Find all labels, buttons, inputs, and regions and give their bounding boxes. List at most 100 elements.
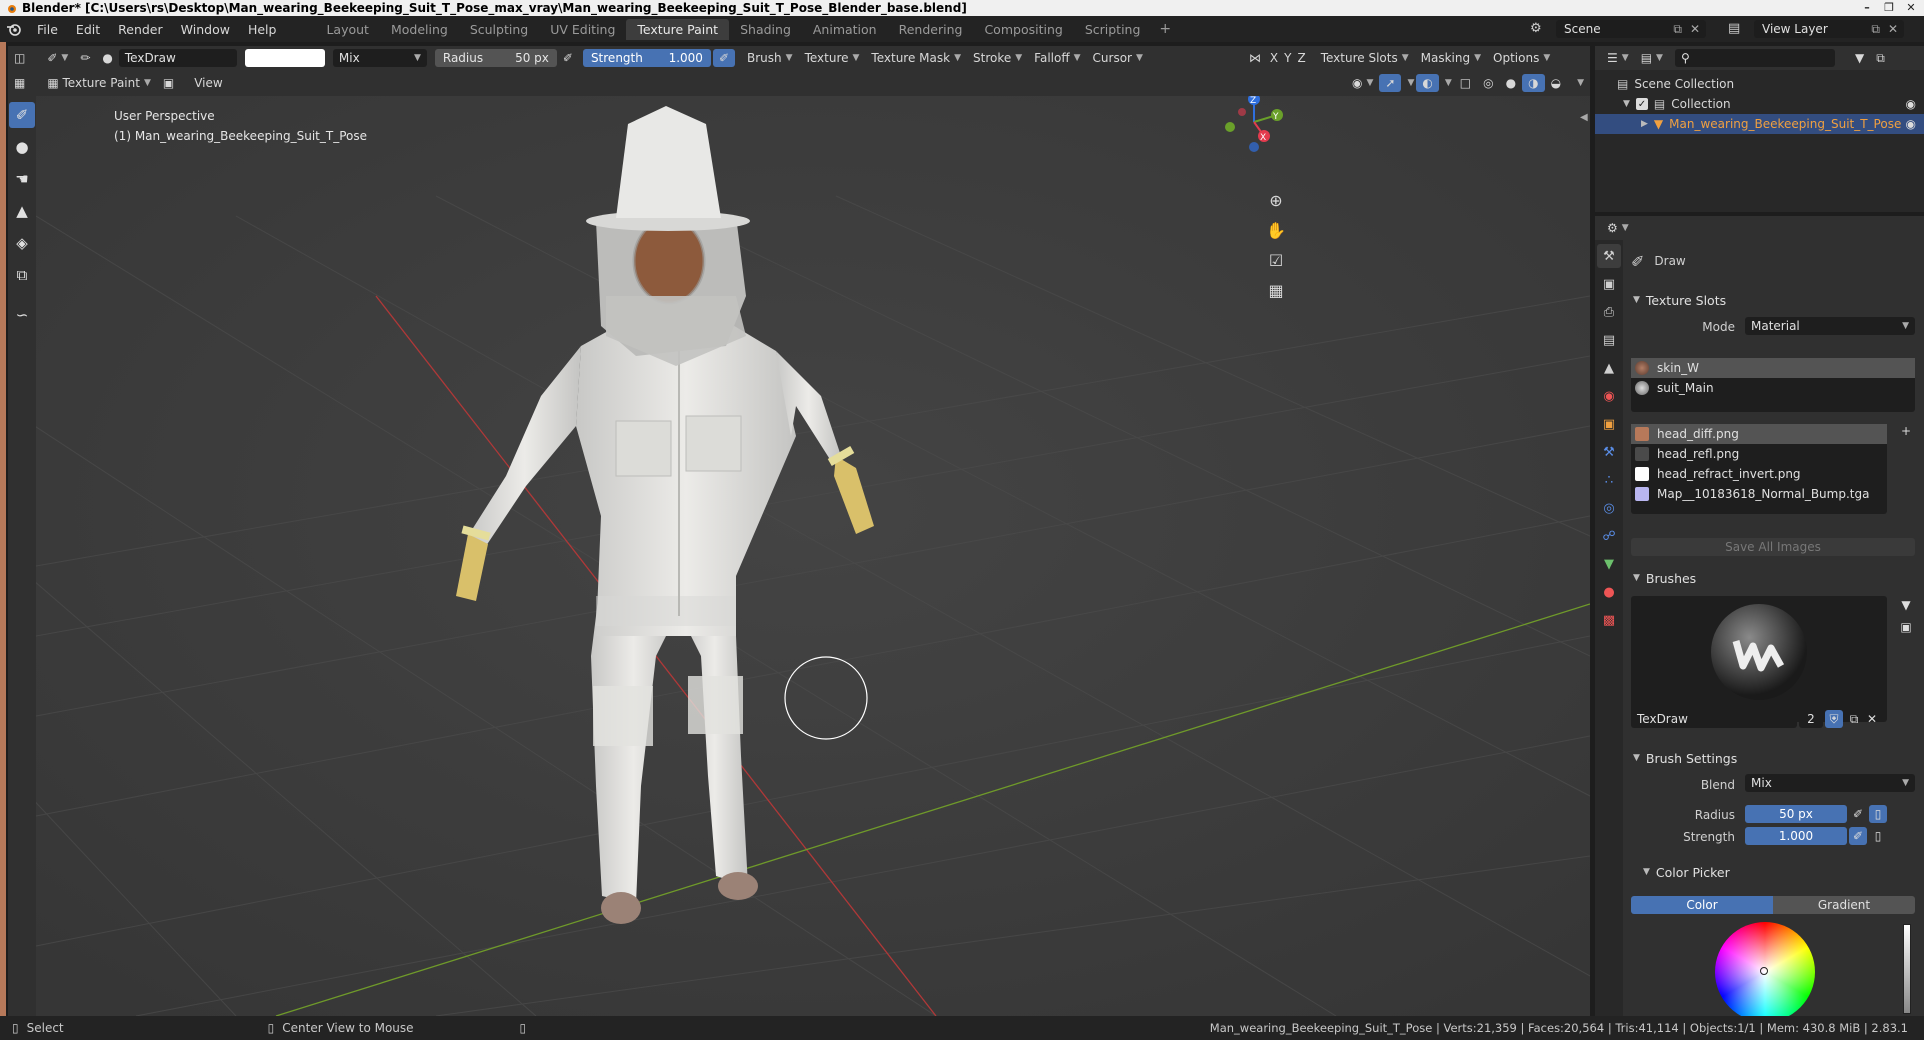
maximize-button[interactable]: ❐ bbox=[1878, 0, 1900, 15]
gizmo-toggle-icon[interactable]: ➚ bbox=[1379, 74, 1402, 92]
pan-hand-icon[interactable]: ✋ bbox=[1264, 218, 1288, 242]
brush-color-swatch[interactable] bbox=[244, 49, 325, 67]
brush-menu[interactable]: Brush ▼ bbox=[741, 49, 799, 67]
brush-settings-section-header[interactable]: ▼ Brush Settings bbox=[1625, 746, 1924, 770]
minimize-button[interactable]: – bbox=[1856, 0, 1878, 15]
mode-select[interactable]: Material ▼ bbox=[1745, 317, 1915, 335]
material-slot-item[interactable]: skin_W bbox=[1631, 358, 1915, 378]
3d-viewport[interactable]: Z Y X ⊕ ✋ ☑ ▦ bbox=[36, 96, 1590, 1016]
data-tab-icon[interactable]: ▼ bbox=[1597, 552, 1621, 576]
image-slot-item[interactable]: head_diff.png bbox=[1631, 424, 1887, 444]
tool-tab-icon[interactable]: ⚒ bbox=[1597, 244, 1621, 268]
image-slot-item[interactable]: Map__10183618_Normal_Bump.tga bbox=[1631, 484, 1887, 504]
shading-dropdown[interactable]: ▼ bbox=[1567, 74, 1590, 92]
constraints-tab-icon[interactable]: ☍ bbox=[1597, 524, 1621, 548]
symmetry-icon[interactable]: ⋈ bbox=[1243, 49, 1267, 67]
menu-window[interactable]: Window bbox=[172, 22, 239, 37]
draw-tool-icon[interactable]: ✐ bbox=[9, 102, 35, 128]
view-layer-selector[interactable]: View Layer ⧉ ✕ bbox=[1754, 20, 1904, 38]
texture-slots-popover[interactable]: Texture Slots ▼ bbox=[1315, 49, 1415, 67]
tab-sculpting[interactable]: Sculpting bbox=[459, 19, 539, 40]
material-slot-item[interactable]: suit_Main bbox=[1631, 378, 1915, 398]
scene-copy-icon[interactable]: ⧉ bbox=[1673, 22, 1682, 37]
blend-mode-select[interactable]: Mix ▼ bbox=[332, 49, 427, 67]
tab-modeling[interactable]: Modeling bbox=[380, 19, 459, 40]
xray-toggle-icon[interactable]: □ bbox=[1454, 74, 1477, 92]
scene-selector[interactable]: Scene ⧉ ✕ bbox=[1556, 20, 1706, 38]
outliner-editor-icon[interactable]: ☰ ▼ bbox=[1601, 49, 1635, 67]
visibility-icon[interactable]: ◉ ▼ bbox=[1346, 74, 1379, 92]
radius-unit-icon[interactable]: ▯ bbox=[1869, 805, 1887, 823]
falloff-menu[interactable]: Falloff ▼ bbox=[1028, 49, 1086, 67]
brush-browse-icon[interactable]: ● bbox=[96, 49, 118, 67]
collection-expand-icon[interactable]: ▼ bbox=[1623, 99, 1630, 109]
brush-list-dropdown-icon[interactable]: ▼ bbox=[1897, 596, 1915, 614]
tab-layout[interactable]: Layout bbox=[315, 19, 380, 40]
radius-pressure-icon[interactable]: ✐ bbox=[557, 49, 579, 67]
radius-slider[interactable]: Radius 50 px bbox=[434, 49, 557, 67]
menu-edit[interactable]: Edit bbox=[67, 22, 109, 37]
view-layer-copy-icon[interactable]: ⧉ bbox=[1871, 22, 1880, 37]
menu-help[interactable]: Help bbox=[239, 22, 286, 37]
texture-tab-icon[interactable]: ▩ bbox=[1597, 608, 1621, 632]
camera-view-icon[interactable]: ☑ bbox=[1264, 248, 1288, 272]
mirror-z-toggle[interactable]: Z bbox=[1294, 49, 1308, 67]
masking-popover[interactable]: Masking ▼ bbox=[1415, 49, 1487, 67]
object-visibility-eye-icon[interactable]: ◉ bbox=[1906, 117, 1916, 131]
close-window-button[interactable]: ✕ bbox=[1900, 0, 1922, 15]
collection-checkbox[interactable]: ✓ bbox=[1635, 98, 1648, 110]
outliner-object-row[interactable]: ▶ ▼ Man_wearing_Beekeeping_Suit_T_Pose ◉ bbox=[1595, 114, 1924, 134]
add-workspace-button[interactable]: + bbox=[1151, 21, 1179, 37]
strength-panel-slider[interactable]: 1.000 bbox=[1745, 827, 1847, 845]
brush-icon[interactable]: ✏ bbox=[74, 49, 96, 67]
fill-tool-icon[interactable]: ◈ bbox=[9, 230, 35, 256]
tab-texture-paint[interactable]: Texture Paint bbox=[626, 18, 730, 40]
tab-scripting[interactable]: Scripting bbox=[1074, 19, 1152, 40]
collection-visibility-eye-icon[interactable]: ◉ bbox=[1906, 97, 1916, 111]
image-slot-item[interactable]: head_refl.png bbox=[1631, 444, 1887, 464]
particles-tab-icon[interactable]: ∴ bbox=[1597, 468, 1621, 492]
menu-render[interactable]: Render bbox=[109, 22, 172, 37]
mirror-x-toggle[interactable]: X bbox=[1267, 49, 1281, 67]
texture-slots-section-header[interactable]: ▼ Texture Slots bbox=[1625, 288, 1924, 312]
outliner-search-input[interactable]: ⚲ bbox=[1674, 49, 1835, 67]
wireframe-shading-icon[interactable]: ◎ bbox=[1477, 74, 1499, 92]
gizmo-dropdown[interactable]: ▼ bbox=[1401, 74, 1416, 92]
view-layer-icon[interactable]: ▤ bbox=[1728, 21, 1740, 36]
gradient-tab[interactable]: Gradient bbox=[1773, 896, 1915, 914]
outliner-scene-collection[interactable]: ▤ Scene Collection bbox=[1595, 74, 1924, 94]
view-layer-close-icon[interactable]: ✕ bbox=[1888, 22, 1898, 36]
strength-pressure-panel-icon[interactable]: ✐ bbox=[1849, 827, 1867, 845]
brushes-section-header[interactable]: ▼ Brushes bbox=[1625, 566, 1924, 590]
menu-file[interactable]: File bbox=[28, 22, 67, 37]
object-expand-icon[interactable]: ▶ bbox=[1641, 119, 1648, 129]
solid-shading-icon[interactable]: ● bbox=[1500, 74, 1522, 92]
cursor-menu[interactable]: Cursor ▼ bbox=[1087, 49, 1149, 67]
strength-pressure-icon[interactable]: ✐ bbox=[712, 49, 735, 67]
render-tab-icon[interactable]: ▣ bbox=[1597, 272, 1621, 296]
radius-pressure-panel-icon[interactable]: ✐ bbox=[1849, 805, 1867, 823]
brush-name-field-panel[interactable]: TexDraw bbox=[1631, 710, 1797, 728]
brush-preview-box[interactable] bbox=[1631, 596, 1887, 722]
color-picker-cursor[interactable] bbox=[1760, 967, 1768, 975]
value-slider[interactable] bbox=[1903, 924, 1911, 1014]
image-slot-item[interactable]: head_refract_invert.png bbox=[1631, 464, 1887, 484]
new-collection-icon[interactable]: ⧉ bbox=[1870, 49, 1891, 67]
modifier-tab-icon[interactable]: ⚒ bbox=[1597, 440, 1621, 464]
tool-dropdown[interactable]: ✐ ▼ bbox=[41, 49, 74, 67]
save-all-images-button[interactable]: Save All Images bbox=[1631, 538, 1915, 556]
fake-user-shield-icon[interactable]: ⛨ bbox=[1825, 710, 1843, 728]
brush-users-count[interactable]: 2 bbox=[1799, 710, 1823, 728]
tab-animation[interactable]: Animation bbox=[802, 19, 888, 40]
texture-mask-menu[interactable]: Texture Mask ▼ bbox=[865, 49, 967, 67]
zoom-icon[interactable]: ⊕ bbox=[1264, 188, 1288, 212]
color-picker-section-header[interactable]: ▼ Color Picker bbox=[1625, 860, 1924, 884]
scene-browse-icon[interactable]: ⚙ bbox=[1530, 21, 1542, 36]
mode-select[interactable]: ▦ Texture Paint ▼ bbox=[41, 74, 157, 92]
tab-uv-editing[interactable]: UV Editing bbox=[539, 19, 626, 40]
blend-select[interactable]: Mix ▼ bbox=[1745, 774, 1915, 792]
overlay-toggle-icon[interactable]: ◐ bbox=[1416, 74, 1439, 92]
options-popover[interactable]: Options ▼ bbox=[1487, 49, 1556, 67]
perspective-toggle-icon[interactable]: ▦ bbox=[1264, 278, 1288, 302]
filter-icon[interactable]: ▼ bbox=[1849, 49, 1870, 67]
